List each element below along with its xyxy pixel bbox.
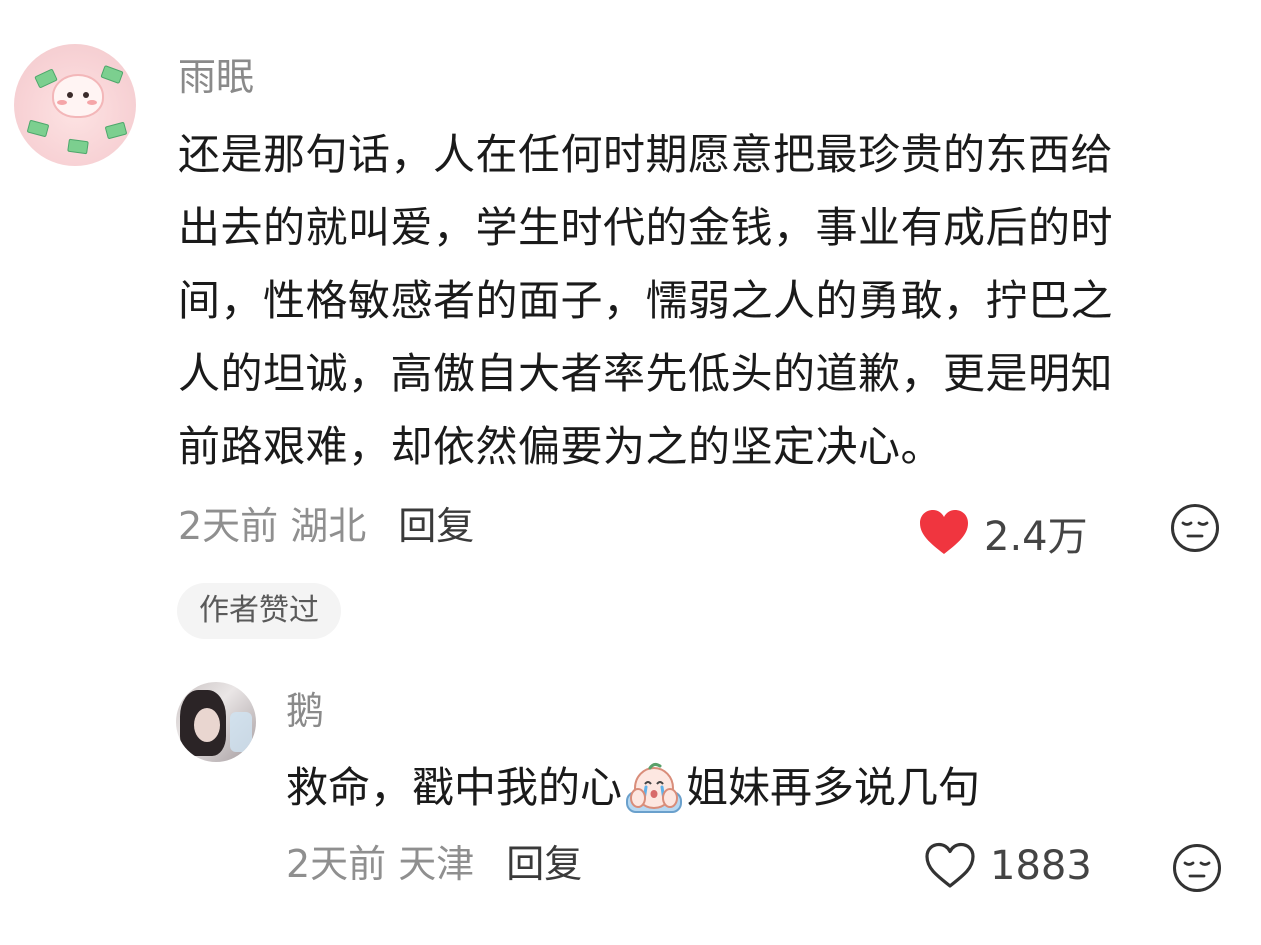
money-decoration [67,138,89,155]
bottom-fade [0,905,1261,945]
money-decoration [26,119,50,138]
like-count: 1883 [990,843,1092,889]
comment-username[interactable]: 雨眠 [178,58,254,96]
reply-button[interactable]: 回复 [506,842,582,886]
reply-text-before: 救命，戳中我的心 [286,763,623,812]
avatar-character [52,74,104,118]
comment-line: 人的坦诚，高傲自大者率先低头的道歉，更是明知 [178,349,1114,398]
money-decoration [104,121,128,140]
reply-location: 天津 [398,842,475,886]
heart-filled-icon [920,510,968,554]
crying-emoji-sticker [626,762,683,813]
author-liked-badge: 作者赞过 [177,583,341,639]
avatar-face [194,708,220,742]
comment-location: 湖北 [290,504,367,548]
comment-line: 出去的就叫爱，学生时代的金钱，事业有成后的时 [178,203,1114,252]
avatar-background [230,712,252,752]
comment-line: 间，性格敏感者的面子，懦弱之人的勇敢，拧巴之 [178,276,1114,325]
avatar[interactable] [14,44,136,166]
comment-time: 2天前 [178,504,279,548]
reply-time: 2天前 [286,842,387,886]
money-decoration [100,64,124,85]
like-button[interactable]: 2.4万 [918,504,1088,562]
cheek-shape [57,100,67,105]
neutral-face-icon[interactable] [1172,843,1222,893]
cheek-shape [87,100,97,105]
comment-text[interactable]: 还是那句话，人在任何时期愿意把最珍贵的东西给 出去的就叫爱，学生时代的金钱，事业… [178,118,1218,483]
neutral-face-icon[interactable] [1170,503,1220,553]
reply-meta: 2天前 天津 回复 [286,845,582,883]
comment-line: 前路艰难，却依然偏要为之的坚定决心。 [178,422,944,471]
eye-shape [67,92,73,98]
reply-text[interactable]: 救命，戳中我的心 姐妹再多说几句 [286,760,980,816]
reply-button[interactable]: 回复 [398,504,474,548]
reply-text-after: 姐妹再多说几句 [686,763,981,812]
reply-username[interactable]: 鹅 [286,692,324,730]
avatar[interactable] [176,682,256,762]
like-count: 2.4万 [984,514,1088,560]
comment-meta: 2天前 湖北 回复 [178,507,474,545]
like-button[interactable]: 1883 [924,842,1092,890]
eye-shape [83,92,89,98]
heart-outline-icon [925,842,975,888]
comment-line: 还是那句话，人在任何时期愿意把最珍贵的东西给 [178,130,1114,179]
